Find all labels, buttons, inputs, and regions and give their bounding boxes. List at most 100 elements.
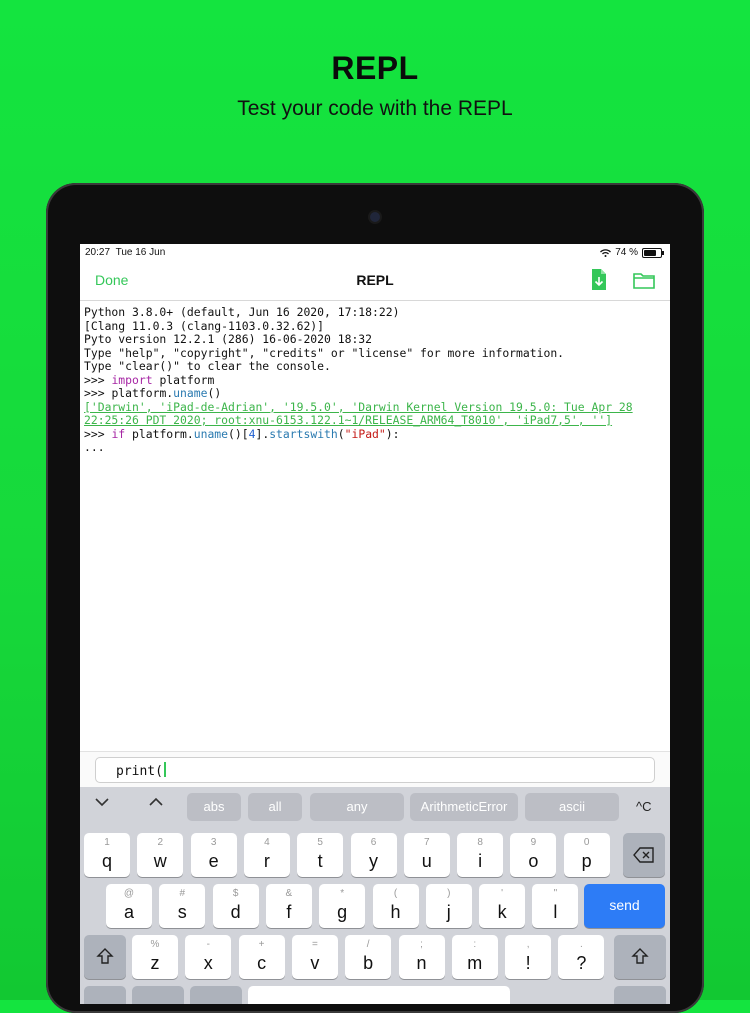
- hero-subtitle: Test your code with the REPL: [237, 97, 513, 120]
- key-secondary-label: $: [232, 888, 239, 899]
- banner-line-5: Type "clear()" to clear the console.: [84, 359, 331, 373]
- nav-title: REPL: [356, 272, 394, 288]
- key-w[interactable]: 2w: [137, 833, 184, 877]
- key-secondary-label: 9: [530, 837, 537, 848]
- console-continuation: ...: [84, 440, 105, 454]
- key-v[interactable]: = v: [291, 935, 338, 979]
- key-k[interactable]: ' k: [479, 884, 526, 928]
- key-o[interactable]: 9o: [510, 833, 557, 877]
- key-m[interactable]: :m: [451, 935, 498, 979]
- suggestion-all[interactable]: all: [248, 793, 302, 821]
- key-y[interactable]: 6y: [350, 833, 397, 877]
- repl-console[interactable]: Python 3.8.0+ (default, Jun 16 2020, 17:…: [84, 305, 666, 746]
- key-label: q: [101, 851, 112, 871]
- key-label: y: [369, 851, 378, 871]
- battery-icon: [642, 247, 664, 258]
- suggestion-ascii[interactable]: ascii: [525, 793, 619, 821]
- key-label: h: [390, 902, 401, 922]
- console-input-line: >>> if platform.uname()[4].startswith("i…: [84, 426, 400, 441]
- key-secondary-label: -: [206, 939, 210, 950]
- repl-input[interactable]: print(: [95, 757, 655, 783]
- key-t[interactable]: 5t: [297, 833, 344, 877]
- front-camera: [370, 212, 380, 222]
- ipad-device: 20:27 Tue 16 Jun 74 % Done REPL Python 3…: [46, 183, 704, 1013]
- numbers-key[interactable]: [84, 986, 126, 1004]
- key-label: f: [286, 902, 292, 922]
- key-label: u: [421, 851, 432, 871]
- key-label: p: [581, 851, 592, 871]
- key-u[interactable]: 7u: [403, 833, 450, 877]
- key-f[interactable]: & f: [265, 884, 312, 928]
- console-output-line: 22:25:26 PDT 2020; root:xnu-6153.122.1~1…: [84, 413, 613, 427]
- key-r[interactable]: 4r: [243, 833, 290, 877]
- key-secondary-label: :: [473, 939, 477, 950]
- banner-line-3: Pyto version 12.2.1 (286) 16-06-2020 18:…: [84, 332, 373, 346]
- key-s[interactable]: # s: [159, 884, 206, 928]
- key-label: e: [208, 851, 219, 871]
- keyboard: abs all any ArithmeticError ascii ^C 1q2…: [80, 787, 670, 1004]
- key-a[interactable]: @ a: [106, 884, 152, 928]
- hide-keyboard-key[interactable]: [614, 986, 666, 1004]
- key-x[interactable]: -x: [185, 935, 232, 979]
- key-e[interactable]: 3e: [190, 833, 237, 877]
- suggestion-abs[interactable]: abs: [187, 793, 241, 821]
- key-p[interactable]: 0p: [563, 833, 610, 877]
- mic-key[interactable]: [190, 986, 242, 1004]
- suggestion-arithmeticerror[interactable]: ArithmeticError: [410, 793, 518, 821]
- suggestion-any[interactable]: any: [310, 793, 404, 821]
- key-g[interactable]: * g: [319, 884, 366, 928]
- key-question[interactable]: .?: [558, 935, 605, 979]
- key-secondary-label: 5: [317, 837, 323, 848]
- chevron-down-icon[interactable]: [88, 793, 116, 821]
- status-time: 20:27 Tue 16 Jun: [85, 247, 166, 258]
- input-bar: print(: [80, 751, 670, 788]
- folder-icon[interactable]: [632, 268, 656, 292]
- key-exclaim[interactable]: ,!: [505, 935, 552, 979]
- chevron-up-icon[interactable]: [142, 793, 170, 821]
- console-input-line: >>> platform.uname(): [84, 386, 222, 400]
- key-z[interactable]: % z: [132, 935, 178, 979]
- backspace-key[interactable]: [623, 833, 665, 877]
- key-secondary-label: 0: [583, 837, 590, 848]
- banner-line-2: [Clang 11.0.3 (clang-1103.0.32.62)]: [84, 318, 325, 333]
- key-j[interactable]: ) j: [425, 884, 472, 928]
- shift-key-left[interactable]: [84, 935, 126, 979]
- wifi-icon: [600, 248, 612, 257]
- globe-key[interactable]: [132, 986, 184, 1004]
- key-d[interactable]: $ d: [212, 884, 259, 928]
- key-label: z: [150, 953, 160, 973]
- key-secondary-label: ;: [420, 939, 423, 950]
- console-input-line: >>> import platform: [84, 372, 215, 387]
- download-doc-icon[interactable]: [588, 268, 610, 292]
- send-key[interactable]: send: [584, 884, 665, 928]
- shift-icon: [631, 948, 649, 964]
- ctrl-c-button[interactable]: ^C: [636, 793, 652, 821]
- key-h[interactable]: (h: [372, 884, 419, 928]
- key-label: n: [416, 953, 427, 973]
- key-secondary-label: %: [150, 939, 160, 950]
- input-value: print(: [116, 764, 163, 779]
- ipad-screen: 20:27 Tue 16 Jun 74 % Done REPL Python 3…: [80, 244, 670, 1004]
- key-q[interactable]: 1q: [84, 833, 130, 877]
- key-secondary-label: 4: [264, 837, 270, 848]
- key-secondary-label: ): [447, 888, 451, 899]
- key-label: v: [310, 953, 320, 973]
- key-label: j: [446, 902, 451, 922]
- key-label: a: [123, 902, 134, 922]
- key-i[interactable]: 8i: [457, 833, 504, 877]
- key-secondary-label: 8: [477, 837, 483, 848]
- battery-percent: 74 %: [615, 247, 638, 258]
- key-label: o: [528, 851, 539, 871]
- key-label: x: [203, 953, 213, 973]
- key-b[interactable]: / b: [345, 935, 392, 979]
- banner-line-4: Type "help", "copyright", "credits" or "…: [84, 345, 565, 360]
- key-n[interactable]: ; n: [398, 935, 445, 979]
- status-bar: 20:27 Tue 16 Jun 74 %: [80, 244, 670, 262]
- key-secondary-label: =: [311, 939, 318, 950]
- key-secondary-label: ': [501, 888, 504, 899]
- key-secondary-label: ": [553, 888, 558, 899]
- space-key[interactable]: [248, 986, 510, 1004]
- key-l[interactable]: " l: [532, 884, 579, 928]
- shift-key-right[interactable]: [614, 935, 666, 979]
- key-c[interactable]: + c: [238, 935, 285, 979]
